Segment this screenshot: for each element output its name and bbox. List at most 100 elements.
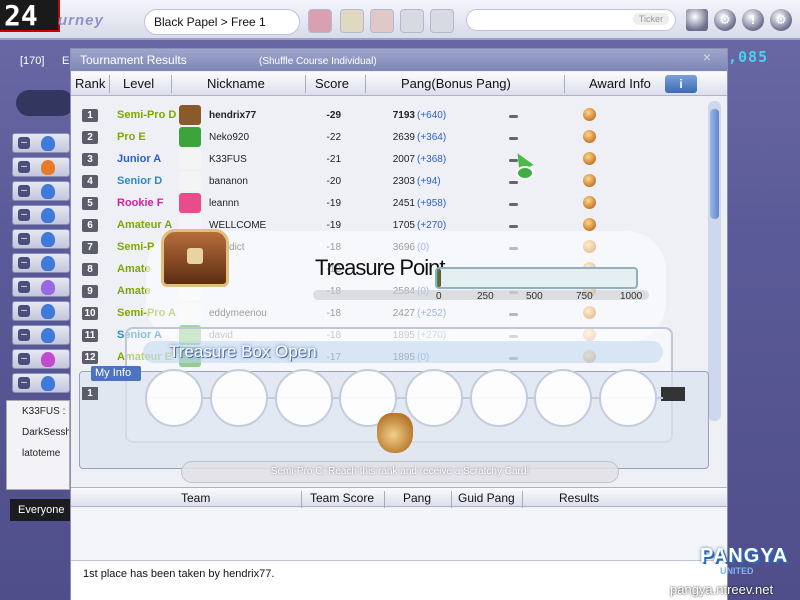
- column-divider: [171, 75, 172, 93]
- col-guild-pang: Guid Pang: [458, 491, 515, 505]
- table-row[interactable]: 4 Senior D bananon -20 2303 (+94): [71, 171, 707, 193]
- player-slot[interactable]: –: [12, 301, 70, 321]
- player-slot[interactable]: –: [12, 229, 70, 249]
- player-slot[interactable]: –: [12, 325, 70, 345]
- remove-icon[interactable]: –: [18, 137, 30, 149]
- treasure-slot[interactable]: [599, 369, 657, 427]
- medal-icon: [583, 108, 596, 121]
- scale-tick: 750: [576, 291, 593, 302]
- player-score: -21: [326, 154, 341, 165]
- award-info-button[interactable]: i: [665, 75, 697, 93]
- bonus-pang: (+640): [417, 110, 447, 121]
- table-row[interactable]: 2 Pro E Neko920 -22 2639 (+364): [71, 127, 707, 149]
- rank-badge: 8: [82, 263, 98, 276]
- team-results-list: [71, 508, 727, 560]
- tournament-results-window: Tournament Results (Shuffle Course Indiv…: [70, 48, 728, 600]
- logo-subtitle: UNITED: [720, 566, 754, 576]
- ticker-label: Ticker: [632, 13, 669, 25]
- player-pang: 2007: [392, 154, 415, 165]
- remove-icon[interactable]: –: [18, 161, 30, 173]
- col-level: Level: [123, 76, 155, 91]
- column-divider: [564, 75, 565, 93]
- player-pang: 2303: [392, 176, 415, 187]
- card-icon[interactable]: [686, 9, 708, 31]
- guild-emblem-icon: [179, 149, 201, 169]
- player-score: -19: [326, 220, 341, 231]
- column-divider: [384, 491, 385, 509]
- player-portrait-icon[interactable]: [340, 9, 364, 33]
- medal-icon: [583, 130, 596, 143]
- remove-icon[interactable]: –: [18, 305, 30, 317]
- ticker-box[interactable]: Ticker: [466, 9, 676, 31]
- remove-icon[interactable]: –: [18, 257, 30, 269]
- remove-icon[interactable]: –: [18, 329, 30, 341]
- player-level: Pro E: [117, 131, 146, 143]
- remove-icon[interactable]: –: [18, 233, 30, 245]
- player-slot[interactable]: –: [12, 181, 70, 201]
- player-level: Junior A: [117, 153, 162, 165]
- treasure-slot[interactable]: [534, 369, 592, 427]
- gear-icon[interactable]: ⚙: [770, 9, 792, 31]
- player-slot[interactable]: –: [12, 205, 70, 225]
- empty-slot-icon[interactable]: [400, 9, 424, 33]
- treasure-chest-icon: [161, 229, 229, 287]
- treasure-slot[interactable]: [145, 369, 203, 427]
- remove-icon[interactable]: –: [18, 185, 30, 197]
- countdown-timer: 24: [0, 0, 60, 32]
- treasure-slot[interactable]: [470, 369, 528, 427]
- character-icon: [41, 208, 55, 223]
- status-dash-icon: [509, 203, 518, 206]
- scale-tick: 500: [526, 291, 543, 302]
- bonus-pang: (+270): [417, 220, 447, 231]
- remove-icon[interactable]: –: [18, 353, 30, 365]
- column-divider: [365, 75, 366, 93]
- guild-emblem-icon: [179, 193, 201, 213]
- col-nickname: Nickname: [207, 76, 265, 91]
- player-slot[interactable]: –: [12, 349, 70, 369]
- rank-badge: 12: [82, 351, 98, 364]
- player-portrait-icon[interactable]: [370, 9, 394, 33]
- treasure-slot[interactable]: [275, 369, 333, 427]
- rank-badge: 6: [82, 219, 98, 232]
- cursor-ring-icon: [516, 166, 534, 180]
- player-score: -22: [326, 132, 341, 143]
- player-portrait-icon[interactable]: [308, 9, 332, 33]
- results-scrollbar[interactable]: [708, 101, 721, 421]
- status-dash-icon: [509, 115, 518, 118]
- remove-icon[interactable]: –: [18, 209, 30, 221]
- character-icon: [41, 280, 55, 295]
- table-row[interactable]: 5 Rookie F leannn -19 2451 (+958): [71, 193, 707, 215]
- character-icon: [41, 256, 55, 271]
- alert-icon[interactable]: !: [742, 9, 764, 31]
- player-slot[interactable]: –: [12, 277, 70, 297]
- player-slot[interactable]: –: [12, 157, 70, 177]
- scroll-thumb[interactable]: [710, 109, 719, 219]
- close-icon[interactable]: ×: [697, 49, 717, 65]
- remove-icon[interactable]: –: [18, 281, 30, 293]
- character-icon: [41, 184, 55, 199]
- player-score: -29: [326, 110, 341, 121]
- remove-icon[interactable]: –: [18, 377, 30, 389]
- status-dash-icon: [509, 225, 518, 228]
- table-row[interactable]: 3 Junior A K33FUS -21 2007 (+368): [71, 149, 707, 171]
- column-divider: [522, 491, 523, 509]
- blocked-slot-icon[interactable]: [430, 9, 454, 33]
- col-team-pang: Pang: [403, 491, 432, 505]
- player-pang: 2451: [392, 198, 415, 209]
- room-id: [170]: [20, 55, 45, 67]
- table-row[interactable]: 1 Semi-Pro D hendrix77 -29 7193 (+640): [71, 105, 707, 127]
- player-slot[interactable]: –: [12, 373, 70, 393]
- treasure-slot[interactable]: [405, 369, 463, 427]
- player-slot[interactable]: –: [12, 253, 70, 273]
- chat-channel-select[interactable]: Everyone: [10, 499, 70, 521]
- settings-icon[interactable]: ⚙: [714, 9, 736, 31]
- player-nickname: leannn: [209, 198, 240, 209]
- guild-emblem-icon: [179, 171, 201, 191]
- player-slot[interactable]: –: [12, 133, 70, 153]
- pangya-logo: PANGYA: [700, 545, 789, 567]
- treasure-slot[interactable]: [210, 369, 268, 427]
- bonus-pang: (+94): [417, 176, 441, 187]
- rank-badge: 5: [82, 197, 98, 210]
- window-title: Tournament Results: [80, 53, 187, 67]
- bonus-pang: (+368): [417, 154, 447, 165]
